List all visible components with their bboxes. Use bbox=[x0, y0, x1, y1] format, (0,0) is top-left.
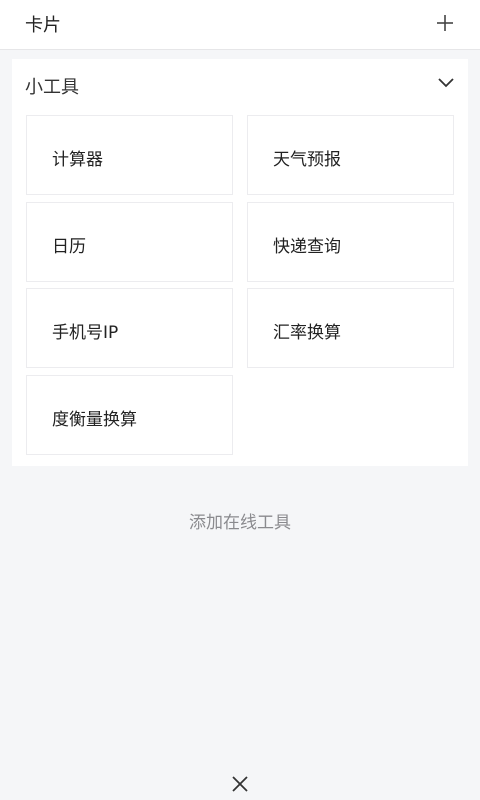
tool-tile-weather[interactable]: 天气预报 bbox=[247, 115, 454, 195]
tool-label: 汇率换算 bbox=[273, 323, 341, 343]
tool-tile-calculator[interactable]: 计算器 bbox=[26, 115, 233, 195]
tool-label: 日历 bbox=[52, 237, 86, 257]
tool-label: 快递查询 bbox=[273, 237, 341, 257]
header-bar: 卡片 bbox=[0, 0, 480, 50]
collapse-button[interactable] bbox=[434, 71, 458, 95]
tool-tile-unit-conversion[interactable]: 度衡量换算 bbox=[26, 375, 233, 455]
chevron-down-icon bbox=[438, 78, 454, 88]
tool-label: 手机号IP bbox=[52, 323, 119, 343]
header-title: 卡片 bbox=[25, 15, 61, 36]
close-icon bbox=[232, 776, 248, 792]
tools-panel: 小工具 计算器 天气预报 日历 快递查询 手机号IP 汇率换算 度衡量换算 bbox=[12, 59, 468, 466]
add-card-button[interactable] bbox=[432, 10, 458, 36]
tool-label: 度衡量换算 bbox=[52, 410, 137, 430]
tool-tile-exchange-rate[interactable]: 汇率换算 bbox=[247, 288, 454, 368]
tool-tile-express[interactable]: 快递查询 bbox=[247, 202, 454, 282]
plus-icon bbox=[437, 15, 453, 31]
tool-label: 计算器 bbox=[52, 150, 103, 170]
tool-tile-calendar[interactable]: 日历 bbox=[26, 202, 233, 282]
tool-tile-phone-ip[interactable]: 手机号IP bbox=[26, 288, 233, 368]
close-button[interactable] bbox=[228, 772, 252, 796]
tool-label: 天气预报 bbox=[273, 150, 341, 170]
add-online-tools-link[interactable]: 添加在线工具 bbox=[0, 508, 480, 533]
panel-title: 小工具 bbox=[25, 77, 79, 98]
